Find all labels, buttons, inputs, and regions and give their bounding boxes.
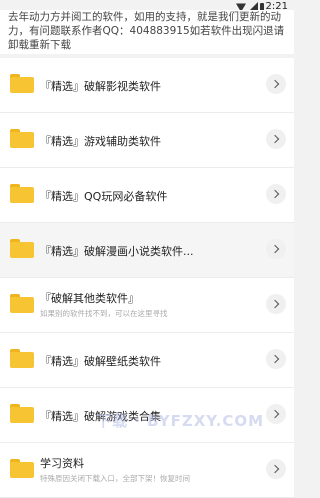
chevron-right-icon[interactable] bbox=[266, 239, 286, 259]
list-item[interactable]: 『精选』破解壁纸类软件 bbox=[0, 333, 294, 388]
list-item[interactable]: 『精选』QQ玩网必备软件 bbox=[0, 168, 294, 223]
list-item[interactable]: 学习资料 特殊原因关闭下载入口，全部下架！恢复时间 bbox=[0, 443, 294, 498]
category-list: 『精选』破解影视类软件 『精选』游戏辅助类软件 『精选』QQ玩网必备软件 『精选… bbox=[0, 58, 294, 498]
chevron-right-icon[interactable] bbox=[266, 74, 286, 94]
chevron-right-icon[interactable] bbox=[266, 129, 286, 149]
chevron-right-icon[interactable] bbox=[266, 404, 286, 424]
watermark: 下载 · BYFZXY.COM bbox=[96, 412, 265, 430]
list-item[interactable]: 『破解其他类软件』 如果别的软件找不到，可以在这里寻找 bbox=[0, 278, 294, 333]
list-item-title: 『破解其他类软件』 bbox=[40, 292, 139, 305]
chevron-right-icon[interactable] bbox=[266, 349, 286, 369]
folder-icon bbox=[10, 239, 34, 258]
folder-icon bbox=[10, 349, 34, 368]
chevron-right-icon[interactable] bbox=[266, 459, 286, 479]
list-item-title: 『精选』破解漫画小说类软件... bbox=[40, 245, 194, 258]
notice-text: 去年动力方并阅工的软件，如用的支持，就是我们更新的动力，有问题联系作者QQ：40… bbox=[8, 11, 285, 51]
chevron-right-icon[interactable] bbox=[266, 184, 286, 204]
list-item-title: 学习资料 bbox=[40, 457, 84, 470]
list-item-title: 『精选』游戏辅助类软件 bbox=[40, 135, 161, 148]
list-item[interactable]: 『精选』破解影视类软件 bbox=[0, 58, 294, 113]
folder-icon bbox=[10, 294, 34, 313]
list-item[interactable]: 『精选』游戏辅助类软件 bbox=[0, 113, 294, 168]
list-item-title: 『精选』破解影视类软件 bbox=[40, 80, 161, 93]
folder-icon bbox=[10, 184, 34, 203]
list-item-subtitle: 特殊原因关闭下载入口，全部下架！恢复时间 bbox=[40, 474, 190, 483]
notice-banner: 去年动力方并阅工的软件，如用的支持，就是我们更新的动力，有问题联系作者QQ：40… bbox=[0, 10, 294, 54]
list-item[interactable]: 『精选』破解漫画小说类软件... bbox=[0, 223, 294, 278]
folder-icon bbox=[10, 404, 34, 423]
list-item-title: 『精选』破解壁纸类软件 bbox=[40, 355, 161, 368]
folder-icon bbox=[10, 129, 34, 148]
list-item-title: 『精选』QQ玩网必备软件 bbox=[40, 190, 168, 203]
list-item-subtitle: 如果别的软件找不到，可以在这里寻找 bbox=[40, 309, 168, 318]
chevron-right-icon[interactable] bbox=[266, 294, 286, 314]
folder-icon bbox=[10, 459, 34, 478]
folder-icon bbox=[10, 74, 34, 93]
